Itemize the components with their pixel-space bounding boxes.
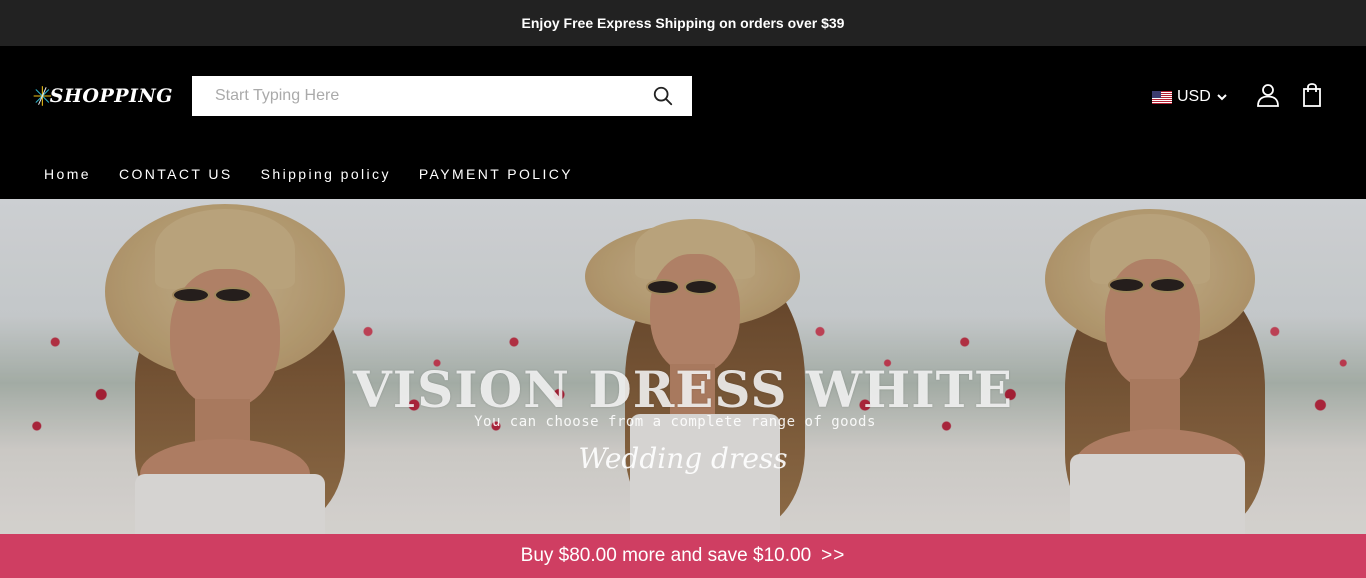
account-icon[interactable] (1256, 83, 1280, 107)
currency-code: USD (1177, 88, 1211, 105)
cart-icon[interactable] (1302, 83, 1322, 107)
search-input[interactable] (192, 76, 632, 116)
site-header: SHOPPING USD Home (0, 46, 1366, 199)
us-flag-icon (1152, 90, 1172, 104)
chevron-down-icon (1217, 94, 1227, 101)
logo-text: SHOPPING (49, 85, 173, 107)
promo-arrows: >> (821, 545, 846, 566)
nav-item-payment-policy[interactable]: PAYMENT POLICY (419, 166, 573, 182)
announcement-text: Enjoy Free Express Shipping on orders ov… (521, 15, 845, 31)
hero-subtitle: You can choose from a complete range of … (474, 414, 876, 430)
hero-banner[interactable]: VISION DRESS WHITE You can choose from a… (0, 199, 1366, 534)
nav-item-shipping-policy[interactable]: Shipping policy (261, 166, 391, 182)
hero-script-text: Wedding dress (578, 442, 788, 475)
search-icon[interactable] (652, 85, 674, 107)
nav-item-home[interactable]: Home (44, 166, 91, 182)
search-bar (192, 76, 692, 116)
promo-bar[interactable]: Buy $80.00 more and save $10.00 >> (0, 534, 1366, 578)
nav-item-contact-us[interactable]: CONTACT US (119, 166, 233, 182)
currency-selector[interactable]: USD (1152, 86, 1228, 108)
logo[interactable]: SHOPPING (33, 72, 173, 120)
announcement-bar: Enjoy Free Express Shipping on orders ov… (0, 0, 1366, 46)
main-nav: Home CONTACT US Shipping policy PAYMENT … (44, 164, 601, 184)
promo-text: Buy $80.00 more and save $10.00 (520, 545, 812, 566)
hero-title: VISION DRESS WHITE (353, 360, 1013, 419)
